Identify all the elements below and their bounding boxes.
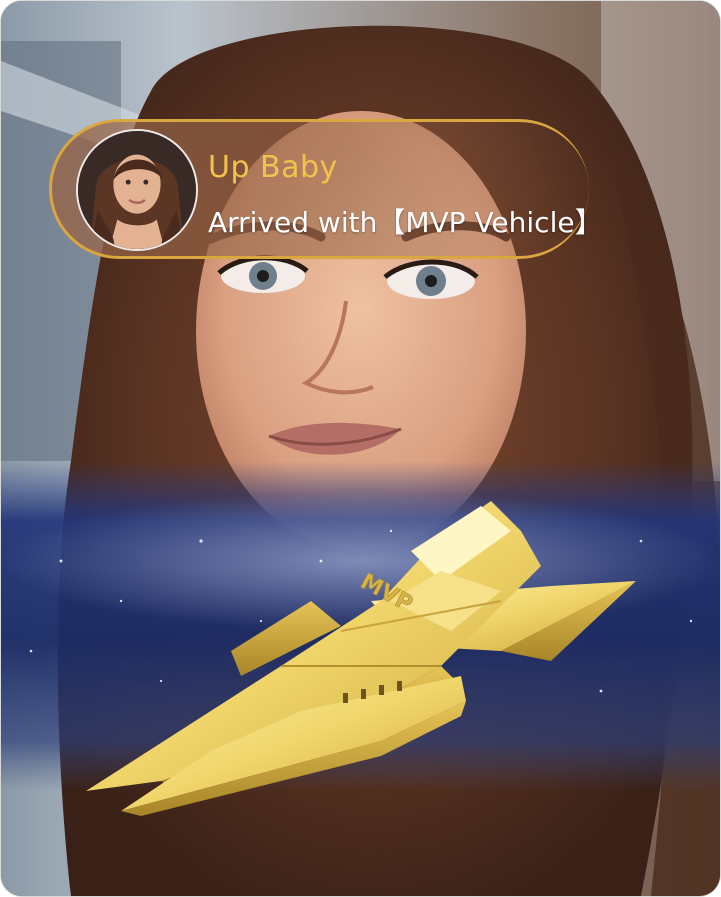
live-stream-view: MVP Up Baby Arrived with【MVP Vehicle】	[0, 0, 721, 897]
entry-user-name[interactable]: Up Baby	[208, 150, 338, 185]
spaceship-icon: MVP	[86, 501, 636, 816]
avatar[interactable]	[76, 129, 198, 251]
entry-notification-banner: Up Baby Arrived with【MVP Vehicle】	[49, 119, 603, 259]
entry-message: Arrived with【MVP Vehicle】	[208, 206, 603, 239]
